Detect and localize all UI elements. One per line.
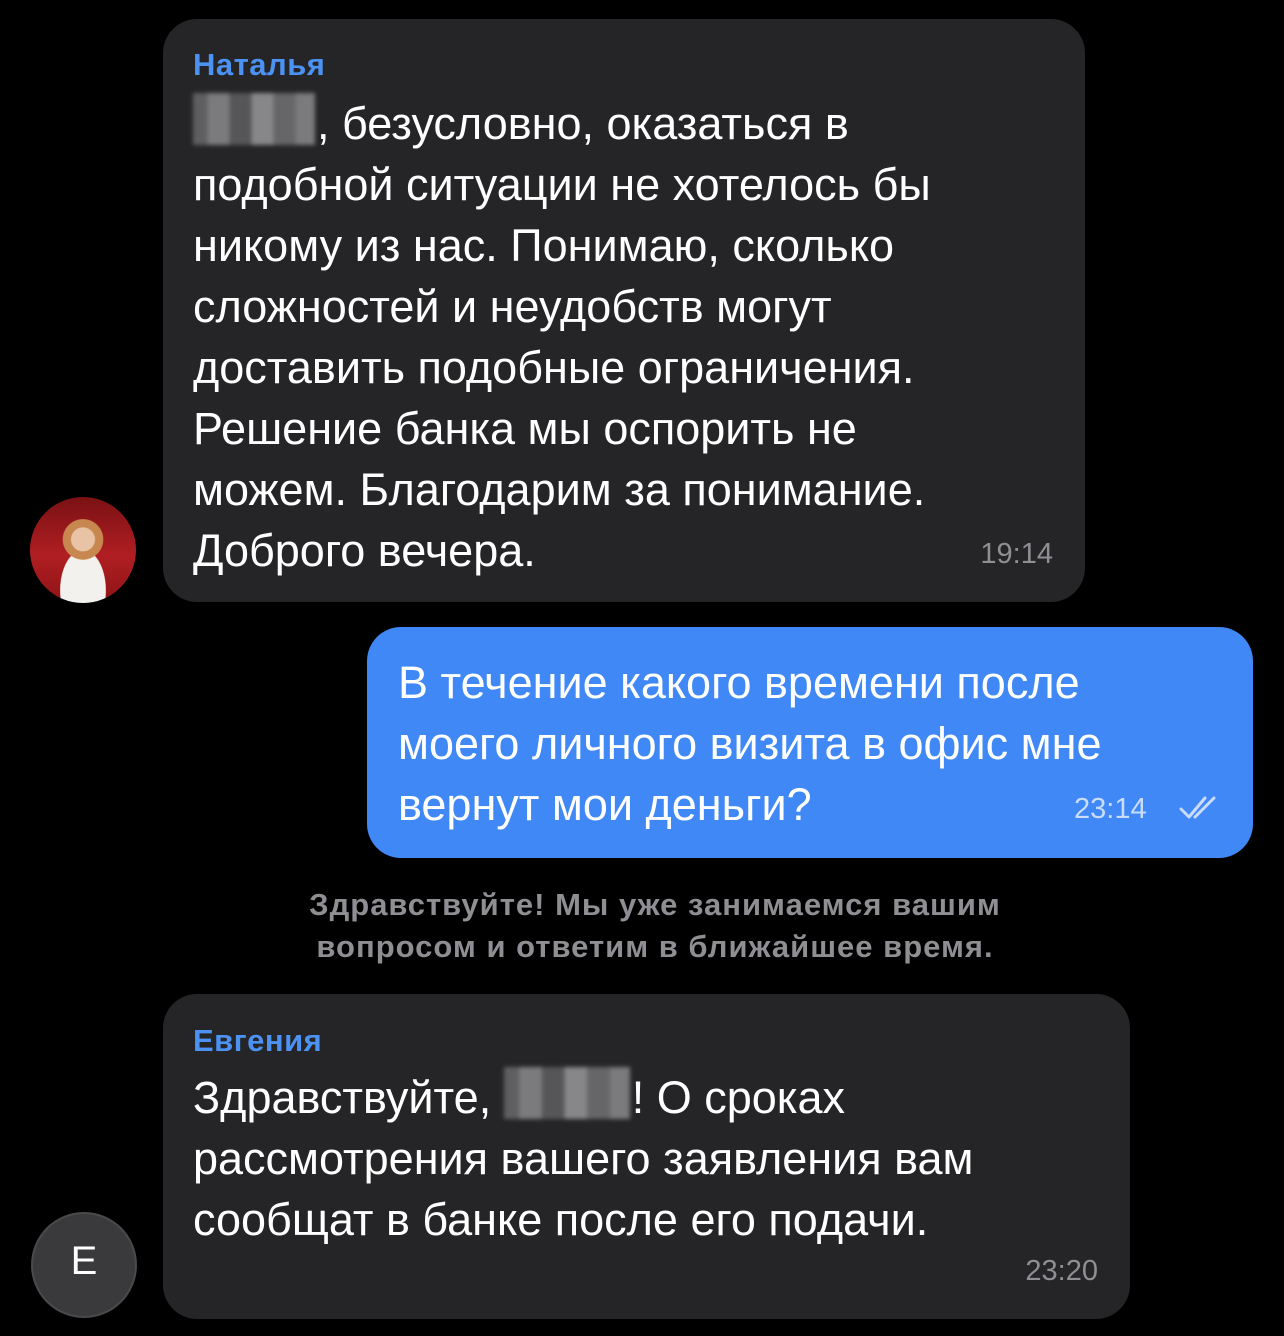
avatar[interactable] xyxy=(30,497,136,603)
incoming-message-bubble[interactable]: Наталья , безусловно, оказаться в подобн… xyxy=(163,19,1085,602)
message-time: 23:20 xyxy=(1025,1255,1098,1287)
message-time: 23:14 xyxy=(1074,793,1147,825)
sender-name[interactable]: Наталья xyxy=(193,47,325,83)
avatar[interactable]: E xyxy=(31,1212,137,1318)
system-message: Здравствуйте! Мы уже занимаемся вашим во… xyxy=(309,887,1001,964)
message-text: , безусловно, оказаться в подобной ситуа… xyxy=(193,93,1073,581)
redacted-name xyxy=(503,1067,630,1119)
avatar-initial: E xyxy=(70,1239,98,1283)
outgoing-message-bubble[interactable]: В течение какого времени после моего лич… xyxy=(367,627,1253,858)
message-time: 19:14 xyxy=(980,538,1053,570)
redacted-name xyxy=(193,93,315,145)
message-text: Здравствуйте, ! О сроках рассмотрения ва… xyxy=(193,1067,1123,1250)
double-check-icon xyxy=(1179,796,1216,819)
incoming-message-bubble[interactable]: Евгения Здравствуйте, ! О сроках рассмот… xyxy=(163,994,1130,1319)
sender-name[interactable]: Евгения xyxy=(193,1023,322,1059)
